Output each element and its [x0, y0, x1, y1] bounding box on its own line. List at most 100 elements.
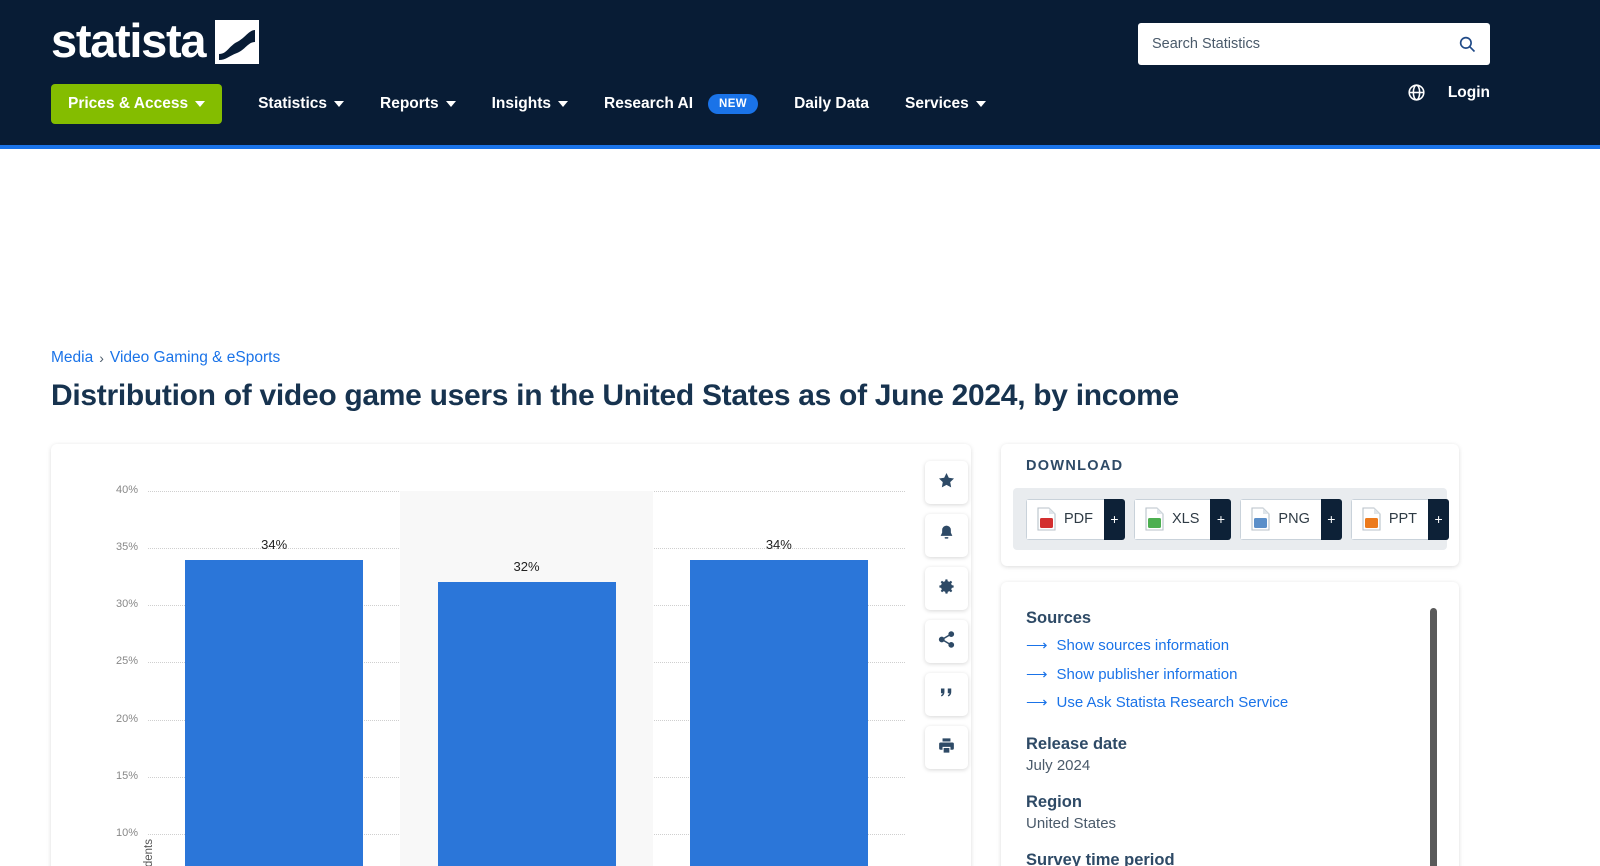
nav-label: Research AI — [604, 95, 694, 112]
bar-chart: Share of respondents 34%32%34% 0%5%10%15… — [51, 444, 971, 866]
header-accent-bar — [0, 145, 1600, 149]
favorite-star-icon — [937, 471, 956, 495]
nav-services[interactable]: Services — [887, 84, 1004, 124]
download-options-plus[interactable]: + — [1210, 498, 1232, 540]
citation-quote-button[interactable] — [925, 673, 968, 716]
meta-label: Region — [1026, 792, 1082, 811]
chevron-down-icon — [558, 101, 568, 107]
breadcrumb-separator: › — [99, 350, 104, 366]
y-axis-tick-label: 35% — [115, 541, 138, 554]
bar-value-label: 34% — [765, 536, 792, 552]
arrow-right-icon: ⟶ — [1026, 665, 1048, 683]
search-input[interactable] — [1152, 36, 1458, 52]
download-options-plus[interactable]: + — [1104, 498, 1125, 540]
download-buttons-row: PDF + XLS + PNG + PPT + — [1013, 488, 1450, 550]
chevron-down-icon — [975, 101, 986, 107]
sources-scrollbar-track[interactable] — [1430, 608, 1437, 866]
settings-gear-button[interactable] — [925, 567, 968, 610]
download-options-plus[interactable]: + — [1320, 498, 1342, 540]
download-png-button[interactable]: PNG + — [1240, 498, 1342, 540]
sources-heading: Sources — [1026, 609, 1092, 627]
site-header: statista Prices & Access — [0, 0, 1600, 149]
nav-label: Services — [905, 95, 969, 112]
nav-reports[interactable]: Reports — [362, 84, 474, 124]
meta-region: Region United States — [1026, 793, 1416, 832]
bar-value-label: 32% — [513, 559, 540, 575]
login-link[interactable]: Login — [1448, 84, 1490, 102]
link-show-publisher-information[interactable]: ⟶ Show publisher information — [1026, 662, 1416, 688]
quote-citation-icon — [937, 683, 956, 707]
download-button-label: XLS — [1172, 511, 1200, 527]
png-file-icon — [1250, 507, 1271, 531]
search-box[interactable] — [1138, 23, 1490, 65]
download-card: DOWNLOAD PDF + XLS + PNG + PPT + — [1001, 444, 1459, 566]
meta-label: Release date — [1026, 734, 1127, 753]
meta-label: Survey time period — [1026, 850, 1175, 866]
download-button-label: PDF — [1064, 511, 1093, 527]
meta-value: July 2024 — [1026, 756, 1091, 774]
main-navigation: Prices & Access Statistics Reports Insig… — [0, 83, 1600, 128]
download-pdf-button[interactable]: PDF + — [1026, 498, 1125, 540]
nav-research-ai[interactable]: Research AI NEW — [586, 83, 776, 125]
pdf-file-icon — [1036, 507, 1057, 531]
arrow-right-icon: ⟶ — [1026, 637, 1048, 654]
download-options-plus[interactable]: + — [1428, 498, 1450, 540]
nav-left-group: Prices & Access Statistics Reports Insig… — [51, 83, 1004, 125]
chevron-down-icon — [334, 101, 344, 107]
chart-card: Share of respondents 34%32%34% 0%5%10%15… — [51, 444, 971, 866]
bell-notification-icon — [937, 524, 956, 548]
download-xls-button[interactable]: XLS + — [1134, 498, 1232, 540]
chevron-down-icon — [195, 101, 206, 107]
chart-toolbar — [925, 461, 968, 769]
link-label: Use Ask Statista Research Service — [1056, 694, 1289, 711]
y-axis-tick-label: 25% — [115, 655, 138, 668]
nav-right-group: Login — [1407, 83, 1490, 102]
search-icon[interactable] — [1458, 35, 1476, 53]
y-axis-tick-label: 40% — [115, 484, 138, 496]
nav-insights[interactable]: Insights — [474, 84, 586, 124]
y-axis-tick-label: 20% — [115, 712, 138, 725]
link-show-sources-information[interactable]: ⟶ Show sources information — [1026, 633, 1416, 659]
nav-daily-data[interactable]: Daily Data — [776, 84, 887, 124]
meta-release-date: Release date July 2024 — [1026, 735, 1416, 774]
favorite-star-button[interactable] — [925, 461, 968, 504]
nav-label: Prices & Access — [68, 95, 189, 112]
download-title: DOWNLOAD — [1026, 458, 1124, 474]
arrow-right-icon: ⟶ — [1026, 694, 1048, 711]
download-ppt-button[interactable]: PPT + — [1350, 498, 1450, 540]
print-icon — [937, 736, 956, 760]
bar[interactable] — [689, 559, 868, 866]
breadcrumb-item-video-gaming[interactable]: Video Gaming & eSports — [110, 349, 280, 367]
notification-bell-button[interactable] — [925, 514, 968, 557]
share-button[interactable] — [925, 620, 968, 663]
sources-scrollbar-thumb[interactable] — [1430, 608, 1437, 866]
link-label: Show sources information — [1056, 637, 1230, 654]
globe-icon[interactable] — [1407, 83, 1426, 102]
logo-wordmark: statista — [51, 14, 206, 67]
share-icon — [937, 630, 956, 654]
ppt-file-icon — [1361, 507, 1382, 531]
statista-logo[interactable]: statista — [51, 14, 260, 67]
y-axis-tick-label: 15% — [115, 769, 138, 782]
statista-s-mark-icon — [215, 20, 260, 64]
meta-value: United States — [1026, 814, 1117, 832]
meta-survey-time-period: Survey time period July 2023 to June 202… — [1026, 851, 1416, 866]
print-button[interactable] — [925, 726, 968, 769]
sources-card: Sources ⟶ Show sources information ⟶ Sho… — [1001, 582, 1459, 866]
bar-value-label: 34% — [261, 536, 288, 552]
breadcrumb-item-media[interactable]: Media — [51, 349, 93, 367]
y-axis-tick-label: 10% — [115, 826, 138, 839]
bar[interactable] — [437, 582, 616, 866]
nav-statistics[interactable]: Statistics — [240, 84, 362, 124]
page-title: Distribution of video game users in the … — [51, 379, 1179, 412]
link-use-ask-statista-research-service[interactable]: ⟶ Use Ask Statista Research Service — [1026, 690, 1416, 716]
nav-label: Insights — [491, 95, 551, 112]
nav-label: Statistics — [258, 95, 327, 112]
new-badge: NEW — [708, 94, 759, 114]
link-label: Show publisher information — [1056, 665, 1238, 683]
nav-prices-and-access[interactable]: Prices & Access — [51, 84, 223, 124]
nav-label: Reports — [380, 95, 439, 112]
y-axis-label: Share of respondents — [143, 839, 155, 866]
nav-label: Daily Data — [794, 95, 870, 112]
bar[interactable] — [185, 559, 364, 866]
